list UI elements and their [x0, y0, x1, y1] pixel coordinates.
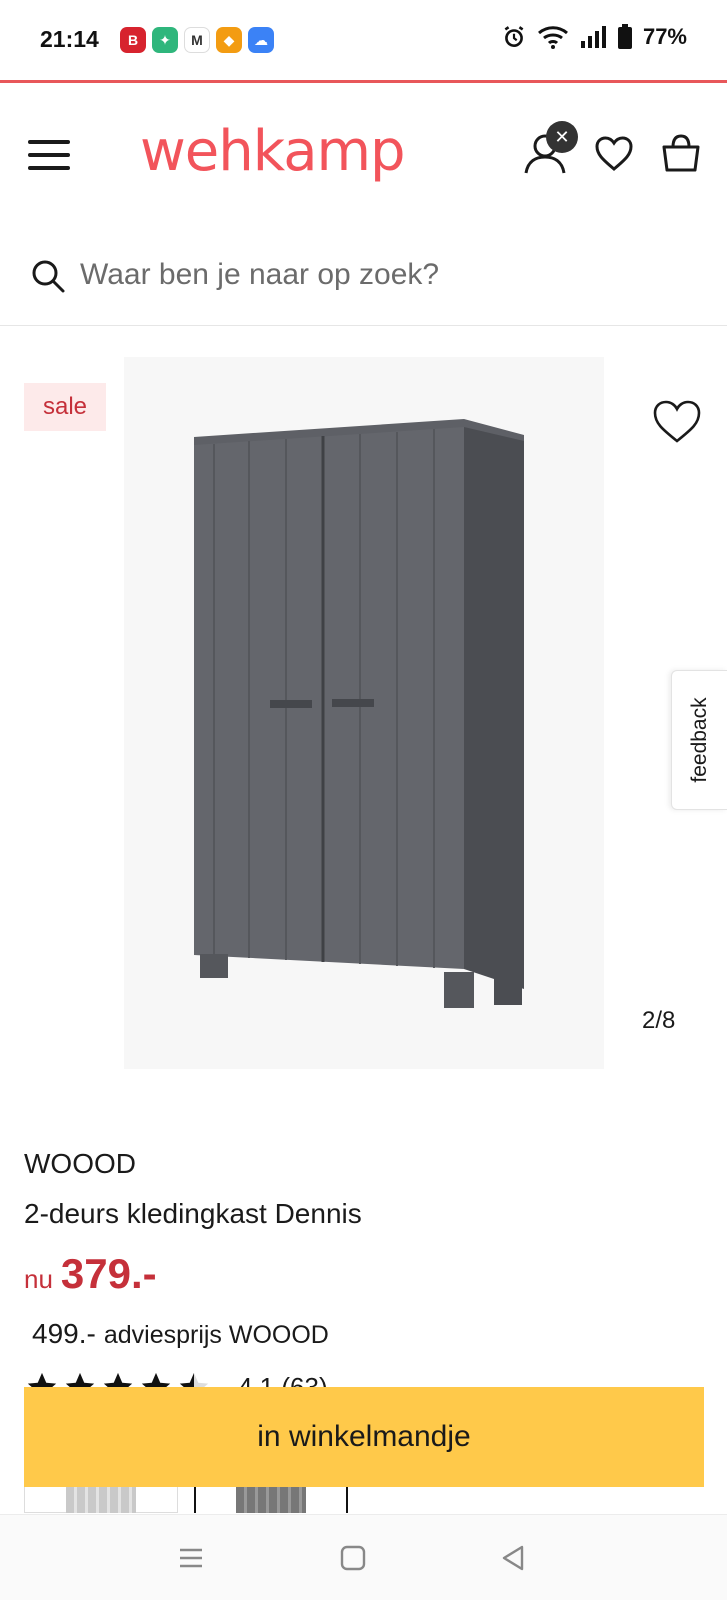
recent-apps-icon: [180, 1548, 202, 1568]
wifi-icon: [537, 26, 568, 49]
wardrobe-image: [124, 357, 604, 1069]
wehkamp-logo[interactable]: wehkamp: [140, 119, 406, 184]
search-bar: [0, 228, 727, 326]
vpn-app-icon: ✦: [152, 27, 178, 53]
advice-price: 499.- adviesprijs WOOOD: [32, 1318, 329, 1350]
variant-thumbnail-selected[interactable]: [194, 1487, 348, 1513]
product-name: 2-deurs kledingkast Dennis: [24, 1198, 362, 1229]
variant-thumbnails: [0, 1487, 727, 1513]
product-gallery[interactable]: sale 2/8 feedback: [0, 327, 727, 1087]
current-price: 379.-: [60, 1250, 157, 1297]
menu-button[interactable]: [28, 140, 70, 170]
add-to-cart-button[interactable]: in winkelmandje: [24, 1387, 704, 1487]
weather-app-icon: ☁: [248, 27, 274, 53]
feedback-label: feedback: [687, 697, 711, 783]
signal-icon: [580, 26, 606, 48]
home-button[interactable]: [338, 1543, 368, 1573]
product-brand[interactable]: WOOOD: [24, 1148, 136, 1180]
status-bar: 21:14 B ✦ M ◆ ☁ 77%: [0, 0, 727, 80]
back-button[interactable]: [498, 1543, 528, 1573]
notification-icons: B ✦ M ◆ ☁: [120, 27, 274, 53]
hamburger-icon-line: [28, 166, 70, 170]
shopping-bag-button[interactable]: [660, 133, 702, 173]
hamburger-icon-line: [28, 153, 70, 157]
shield-app-icon: ◆: [216, 27, 242, 53]
status-time: 21:14: [40, 26, 99, 52]
advice-price-value: 499.-: [32, 1318, 96, 1349]
site-header: wehkamp ✕: [0, 83, 727, 228]
favorite-button[interactable]: [652, 399, 702, 445]
variant-image: [66, 1487, 136, 1513]
shopping-bag-icon: [662, 134, 700, 172]
battery-percentage: 77%: [642, 24, 687, 49]
home-icon: [340, 1545, 366, 1571]
gmail-app-icon: M: [184, 27, 210, 53]
image-counter: 2/8: [642, 1007, 676, 1034]
variant-image: [236, 1487, 306, 1513]
feedback-tab[interactable]: feedback: [671, 670, 727, 810]
advice-price-label: adviesprijs WOOOD: [103, 1321, 329, 1349]
brave-app-icon: B: [120, 27, 146, 53]
system-navigation-bar: [0, 1514, 727, 1600]
heart-icon: [595, 136, 633, 171]
variant-thumbnail[interactable]: [24, 1487, 178, 1513]
search-input[interactable]: [80, 250, 680, 300]
sale-badge: sale: [24, 383, 106, 431]
heart-icon: [653, 400, 701, 443]
close-icon[interactable]: ✕: [546, 121, 578, 153]
alarm-icon: [504, 26, 524, 47]
back-icon: [502, 1545, 524, 1571]
search-icon: [32, 260, 65, 293]
product-image[interactable]: [124, 357, 604, 1069]
wishlist-button[interactable]: [594, 135, 634, 173]
recent-apps-button[interactable]: [176, 1543, 206, 1573]
price: nu 379.-: [24, 1250, 157, 1298]
price-prefix: nu: [24, 1264, 53, 1294]
hamburger-icon: [28, 140, 70, 144]
battery-icon: [617, 24, 632, 49]
system-status: 77%: [501, 24, 687, 50]
